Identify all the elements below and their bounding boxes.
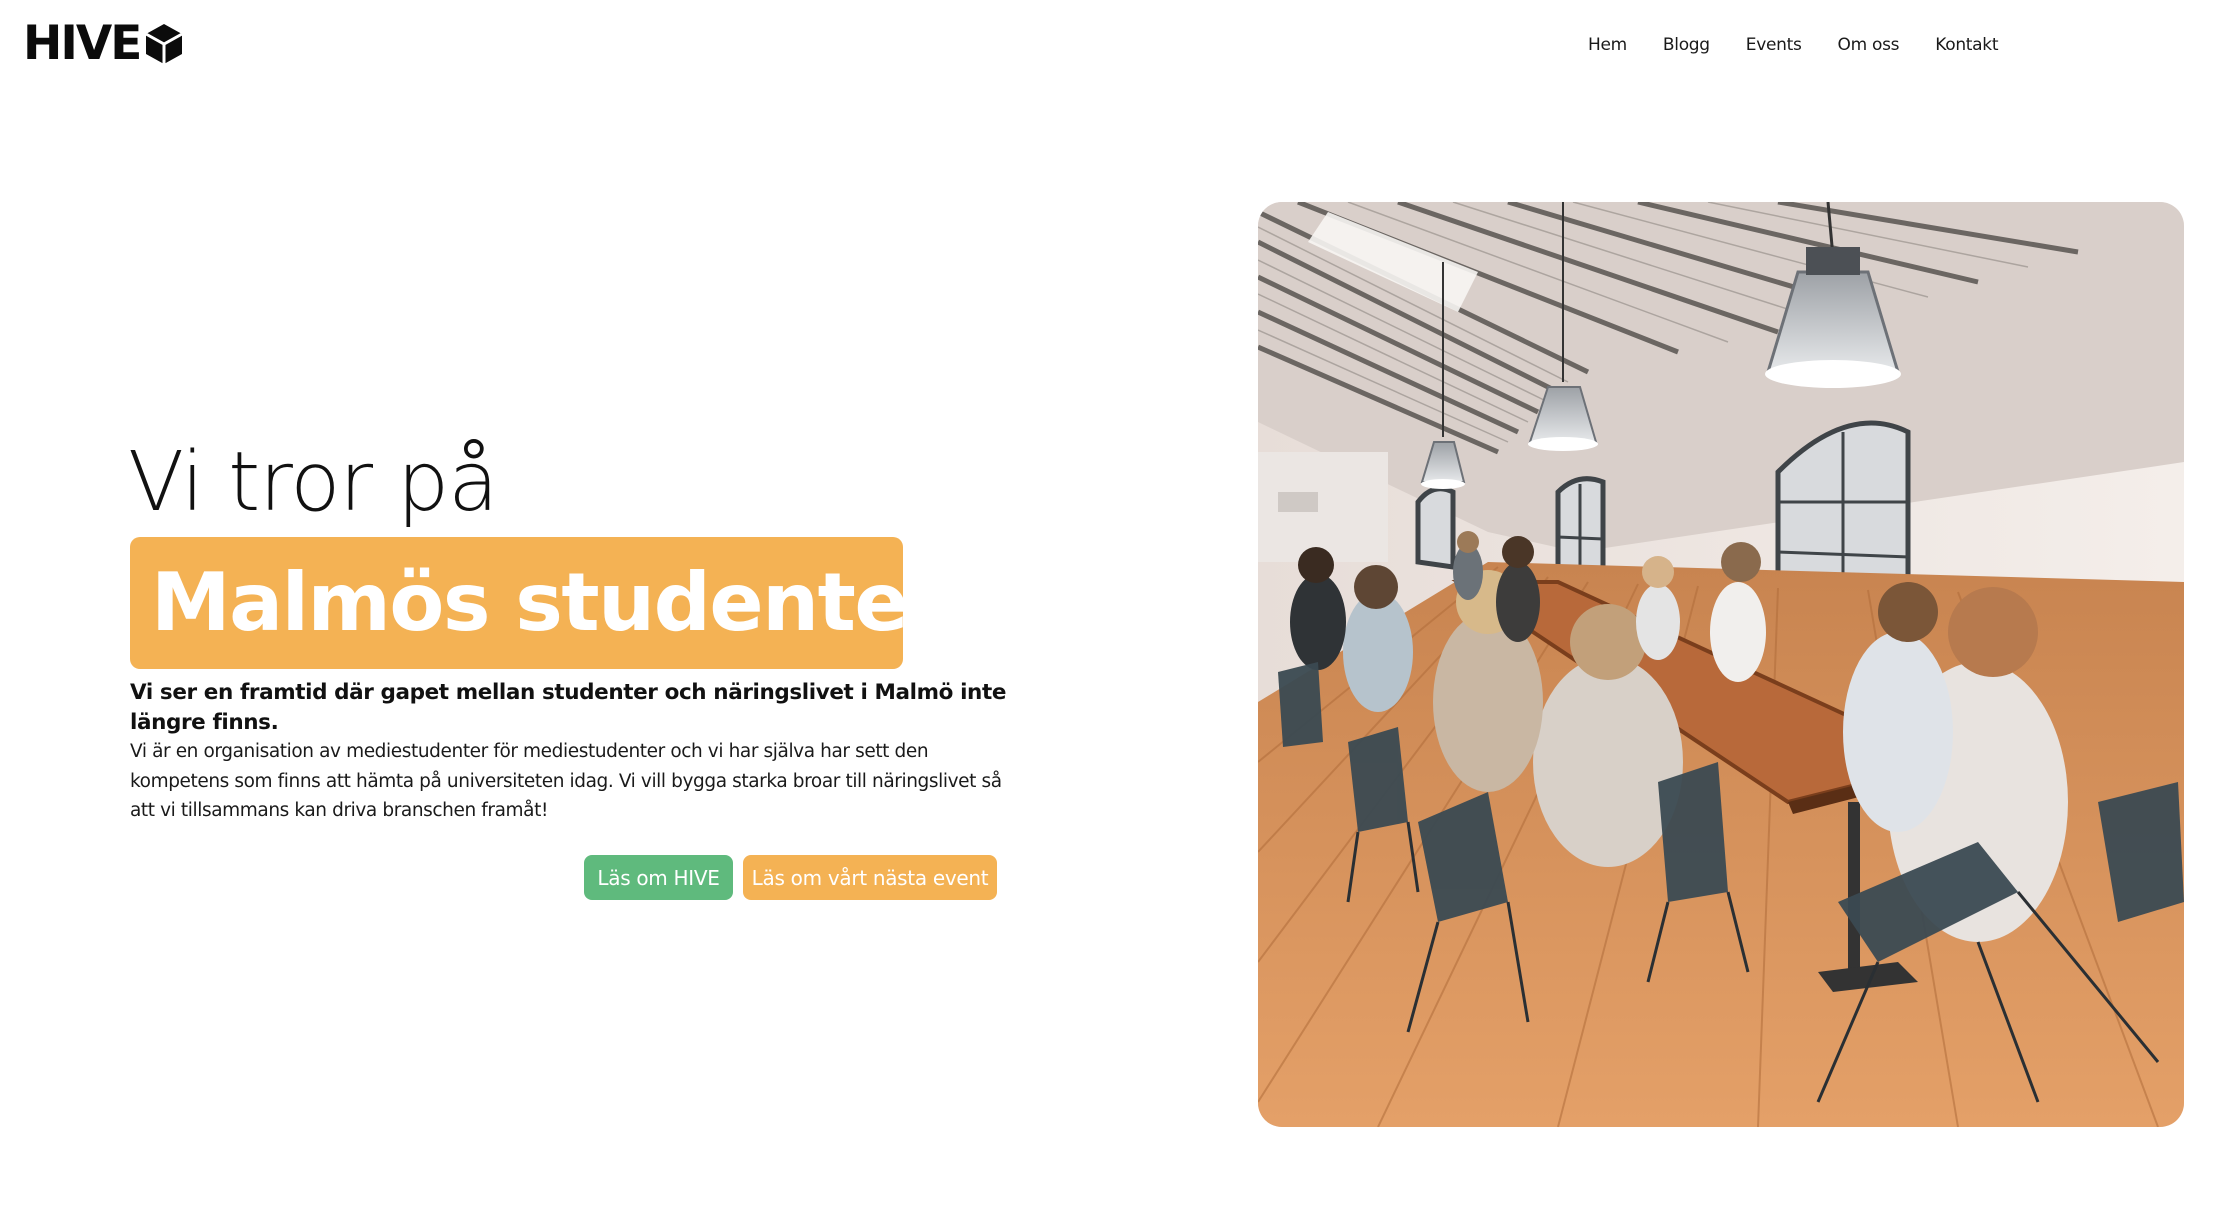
nav-item-blogg[interactable]: Blogg — [1645, 32, 1728, 58]
read-next-event-button[interactable]: Läs om vårt nästa event — [743, 855, 997, 900]
logo[interactable]: HIVE — [23, 20, 184, 67]
hero-highlight-box: Malmös studenter — [130, 537, 947, 669]
conference-room-photo — [1258, 202, 2184, 1127]
nav-item-events[interactable]: Events — [1728, 32, 1820, 58]
hexagon-cube-icon — [145, 23, 184, 64]
hero-lead: Vi ser en framtid där gapet mellan stude… — [130, 680, 1007, 735]
main-nav: Hem Blogg Events Om oss Kontakt — [1570, 32, 2016, 58]
nav-item-kontakt[interactable]: Kontakt — [1917, 32, 2016, 58]
hero-highlight-text: Malmös studenter — [151, 556, 947, 649]
nav-item-om-oss[interactable]: Om oss — [1820, 32, 1918, 58]
hero-body: Vi är en organisation av mediestudenter … — [130, 741, 1002, 821]
logo-text: HIVE — [23, 16, 142, 71]
hero-pre-heading: Vi tror på — [128, 435, 498, 530]
read-about-hive-button[interactable]: Läs om HIVE — [584, 855, 733, 900]
nav-item-hem[interactable]: Hem — [1570, 32, 1645, 58]
